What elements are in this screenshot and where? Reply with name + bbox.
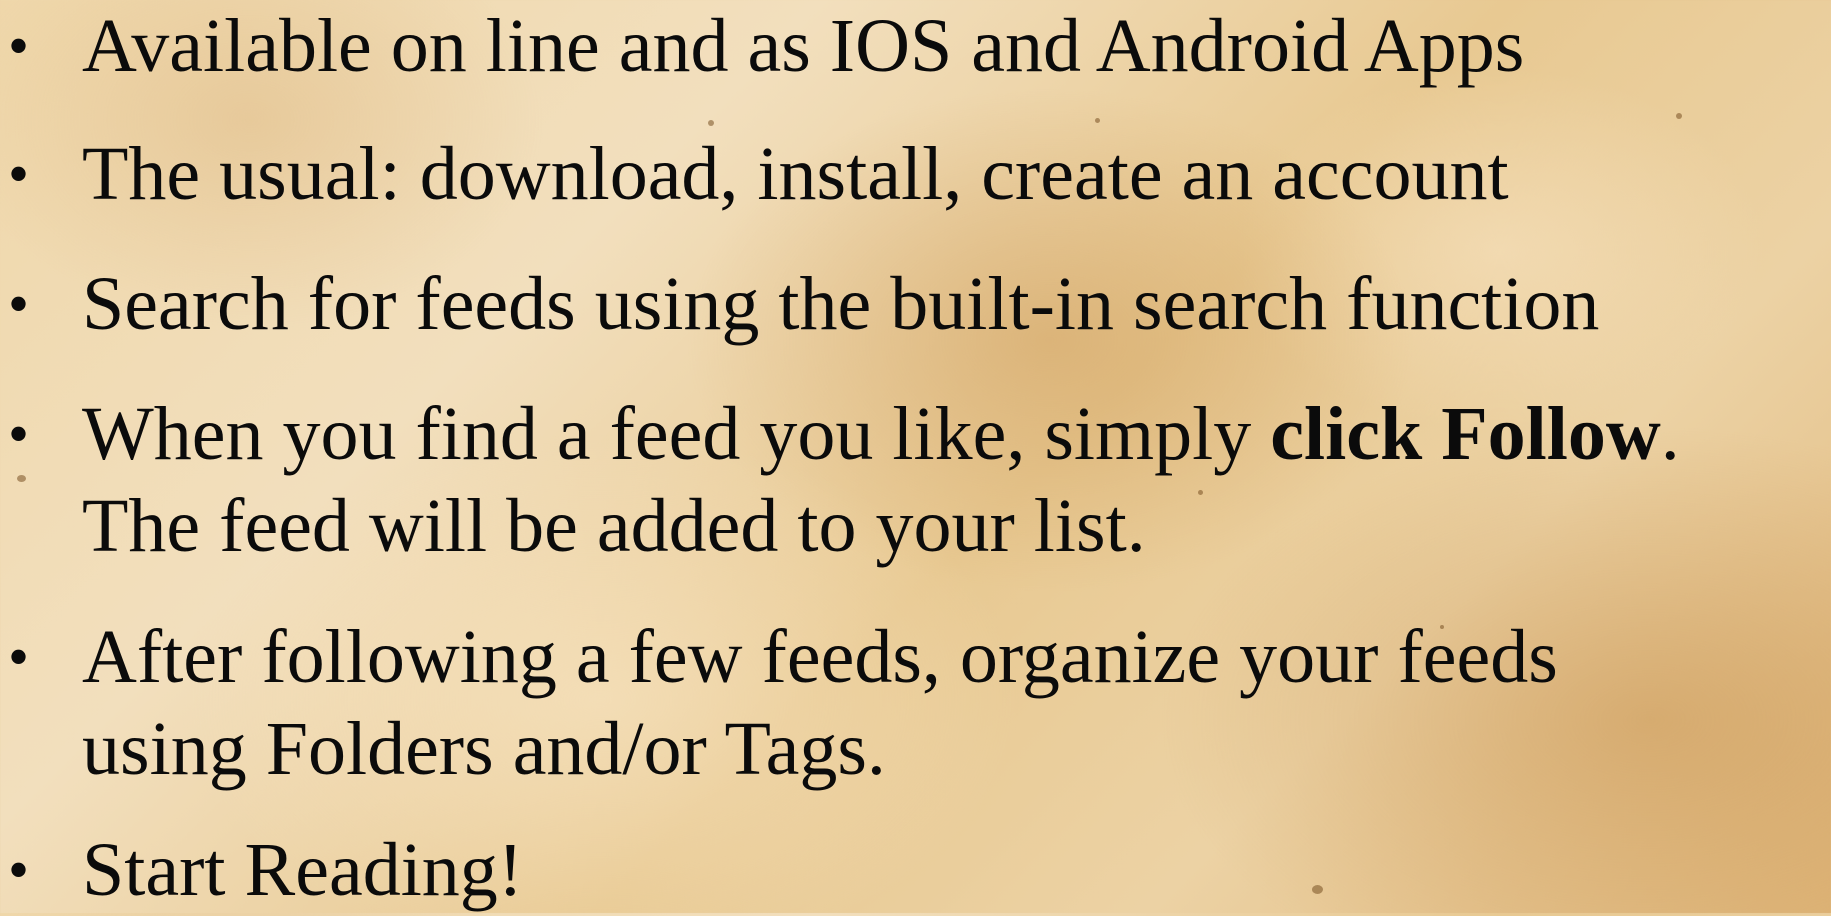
- bullet-text-continuation: using Folders and/or Tags.: [82, 707, 886, 791]
- bullet-text-plain: When you find a feed you like, simply: [82, 392, 1271, 476]
- bullet-marker: •: [8, 624, 30, 690]
- paper-speck: [1676, 113, 1682, 119]
- bullet-marker: •: [8, 401, 30, 467]
- bullet-text: Available on line and as IOS and Android…: [82, 4, 1525, 88]
- bullet-text: After following a few feeds, organize yo…: [82, 615, 1558, 699]
- bullet-marker: •: [8, 141, 30, 207]
- click-follow-emphasis: click Follow: [1270, 392, 1661, 476]
- bullet-text-period: .: [1660, 392, 1680, 476]
- bullet-marker: •: [8, 837, 30, 903]
- paper-speck: [708, 120, 714, 126]
- bullet-text: Start Reading!: [82, 828, 524, 912]
- bullet-marker: •: [8, 13, 30, 79]
- bullet-text: Search for feeds using the built-in sear…: [82, 262, 1600, 346]
- bullet-text: When you find a feed you like, simply cl…: [82, 388, 1827, 480]
- bullet-text: The usual: download, install, create an …: [82, 132, 1509, 216]
- bullet-text-continuation: The feed will be added to your list.: [82, 484, 1146, 568]
- bullet-marker: •: [8, 271, 30, 337]
- paper-speck: [1095, 118, 1100, 123]
